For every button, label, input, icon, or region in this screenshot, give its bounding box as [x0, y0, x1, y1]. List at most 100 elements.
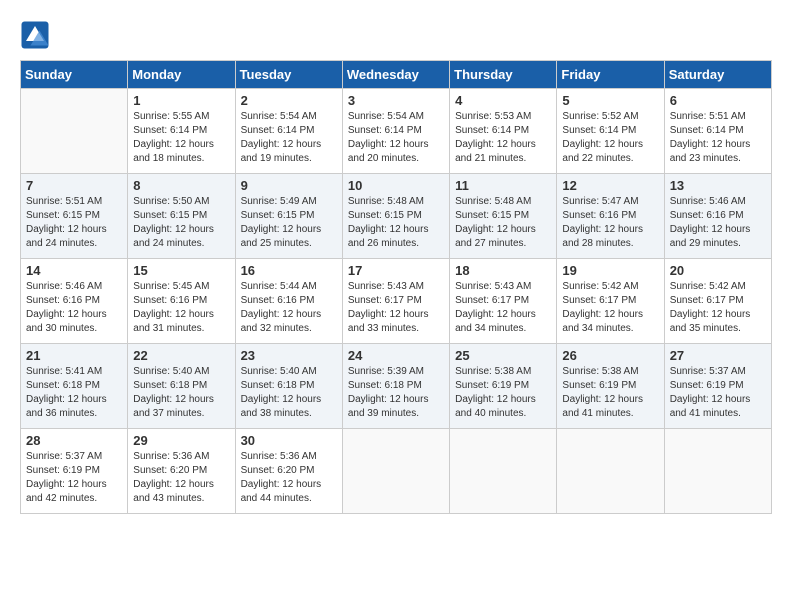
- week-row-2: 7 Sunrise: 5:51 AM Sunset: 6:15 PM Daylig…: [21, 174, 772, 259]
- day-cell: 3Sunrise: 5:54 AM Sunset: 6:14 PM Daylig…: [342, 89, 449, 174]
- day-cell: 8 Sunrise: 5:50 AM Sunset: 6:15 PM Daylig…: [128, 174, 235, 259]
- day-cell: 1Sunrise: 5:55 AM Sunset: 6:14 PM Daylig…: [128, 89, 235, 174]
- day-cell: [342, 429, 449, 514]
- day-info: Sunrise: 5:49 AM Sunset: 6:15 PM Dayligh…: [241, 195, 337, 251]
- day-cell: 9 Sunrise: 5:49 AM Sunset: 6:15 PM Daylig…: [235, 174, 342, 259]
- day-number: 22: [133, 348, 229, 363]
- day-info: Sunrise: 5:45 AM Sunset: 6:16 PM Dayligh…: [133, 280, 229, 336]
- day-cell: 22 Sunrise: 5:40 AM Sunset: 6:18 PM Dayli…: [128, 344, 235, 429]
- header-cell-tuesday: Tuesday: [235, 61, 342, 89]
- day-info: Sunrise: 5:48 AM Sunset: 6:15 PM Dayligh…: [348, 195, 444, 251]
- day-info: Sunrise: 5:52 AM Sunset: 6:14 PM Dayligh…: [562, 110, 658, 166]
- day-number: 20: [670, 263, 766, 278]
- day-cell: 6Sunrise: 5:51 AM Sunset: 6:14 PM Daylig…: [664, 89, 771, 174]
- calendar-header: SundayMondayTuesdayWednesdayThursdayFrid…: [21, 61, 772, 89]
- day-number: 9: [241, 178, 337, 193]
- day-number: 26: [562, 348, 658, 363]
- week-row-4: 21Sunrise: 5:41 AM Sunset: 6:18 PM Dayli…: [21, 344, 772, 429]
- day-number: 11: [455, 178, 551, 193]
- day-cell: 26Sunrise: 5:38 AM Sunset: 6:19 PM Dayli…: [557, 344, 664, 429]
- header-cell-wednesday: Wednesday: [342, 61, 449, 89]
- day-number: 6: [670, 93, 766, 108]
- day-cell: 20 Sunrise: 5:42 AM Sunset: 6:17 PM Dayli…: [664, 259, 771, 344]
- day-cell: 28 Sunrise: 5:37 AM Sunset: 6:19 PM Dayli…: [21, 429, 128, 514]
- day-number: 2: [241, 93, 337, 108]
- day-cell: [21, 89, 128, 174]
- day-cell: 19 Sunrise: 5:42 AM Sunset: 6:17 PM Dayli…: [557, 259, 664, 344]
- header-cell-monday: Monday: [128, 61, 235, 89]
- logo-icon: [20, 20, 50, 50]
- calendar-body: 1Sunrise: 5:55 AM Sunset: 6:14 PM Daylig…: [21, 89, 772, 514]
- day-cell: 7 Sunrise: 5:51 AM Sunset: 6:15 PM Daylig…: [21, 174, 128, 259]
- day-number: 23: [241, 348, 337, 363]
- day-cell: 14Sunrise: 5:46 AM Sunset: 6:16 PM Dayli…: [21, 259, 128, 344]
- day-cell: 4 Sunrise: 5:53 AM Sunset: 6:14 PM Daylig…: [450, 89, 557, 174]
- day-cell: 17 Sunrise: 5:43 AM Sunset: 6:17 PM Dayli…: [342, 259, 449, 344]
- day-number: 16: [241, 263, 337, 278]
- day-info: Sunrise: 5:53 AM Sunset: 6:14 PM Dayligh…: [455, 110, 551, 166]
- day-number: 25: [455, 348, 551, 363]
- day-info: Sunrise: 5:40 AM Sunset: 6:18 PM Dayligh…: [241, 365, 337, 421]
- day-number: 27: [670, 348, 766, 363]
- day-info: Sunrise: 5:46 AM Sunset: 6:16 PM Dayligh…: [26, 280, 122, 336]
- day-number: 4: [455, 93, 551, 108]
- header-row: SundayMondayTuesdayWednesdayThursdayFrid…: [21, 61, 772, 89]
- day-cell: 23 Sunrise: 5:40 AM Sunset: 6:18 PM Dayli…: [235, 344, 342, 429]
- day-info: Sunrise: 5:50 AM Sunset: 6:15 PM Dayligh…: [133, 195, 229, 251]
- day-number: 29: [133, 433, 229, 448]
- day-info: Sunrise: 5:54 AM Sunset: 6:14 PM Dayligh…: [241, 110, 337, 166]
- day-info: Sunrise: 5:41 AM Sunset: 6:18 PM Dayligh…: [26, 365, 122, 421]
- day-number: 12: [562, 178, 658, 193]
- day-number: 5: [562, 93, 658, 108]
- header-cell-sunday: Sunday: [21, 61, 128, 89]
- day-info: Sunrise: 5:44 AM Sunset: 6:16 PM Dayligh…: [241, 280, 337, 336]
- day-info: Sunrise: 5:36 AM Sunset: 6:20 PM Dayligh…: [133, 450, 229, 506]
- day-cell: 16 Sunrise: 5:44 AM Sunset: 6:16 PM Dayli…: [235, 259, 342, 344]
- day-number: 28: [26, 433, 122, 448]
- header-cell-thursday: Thursday: [450, 61, 557, 89]
- day-number: 17: [348, 263, 444, 278]
- day-info: Sunrise: 5:36 AM Sunset: 6:20 PM Dayligh…: [241, 450, 337, 506]
- calendar-table: SundayMondayTuesdayWednesdayThursdayFrid…: [20, 60, 772, 514]
- day-number: 30: [241, 433, 337, 448]
- day-cell: 2 Sunrise: 5:54 AM Sunset: 6:14 PM Daylig…: [235, 89, 342, 174]
- day-number: 15: [133, 263, 229, 278]
- day-cell: [450, 429, 557, 514]
- day-info: Sunrise: 5:47 AM Sunset: 6:16 PM Dayligh…: [562, 195, 658, 251]
- week-row-3: 14Sunrise: 5:46 AM Sunset: 6:16 PM Dayli…: [21, 259, 772, 344]
- day-info: Sunrise: 5:43 AM Sunset: 6:17 PM Dayligh…: [455, 280, 551, 336]
- day-info: Sunrise: 5:42 AM Sunset: 6:17 PM Dayligh…: [670, 280, 766, 336]
- day-info: Sunrise: 5:46 AM Sunset: 6:16 PM Dayligh…: [670, 195, 766, 251]
- day-cell: 27 Sunrise: 5:37 AM Sunset: 6:19 PM Dayli…: [664, 344, 771, 429]
- day-info: Sunrise: 5:37 AM Sunset: 6:19 PM Dayligh…: [26, 450, 122, 506]
- day-cell: 21Sunrise: 5:41 AM Sunset: 6:18 PM Dayli…: [21, 344, 128, 429]
- day-info: Sunrise: 5:40 AM Sunset: 6:18 PM Dayligh…: [133, 365, 229, 421]
- day-cell: 12 Sunrise: 5:47 AM Sunset: 6:16 PM Dayli…: [557, 174, 664, 259]
- day-number: 10: [348, 178, 444, 193]
- week-row-5: 28 Sunrise: 5:37 AM Sunset: 6:19 PM Dayli…: [21, 429, 772, 514]
- logo: [20, 20, 54, 50]
- day-info: Sunrise: 5:51 AM Sunset: 6:15 PM Dayligh…: [26, 195, 122, 251]
- day-cell: 5 Sunrise: 5:52 AM Sunset: 6:14 PM Daylig…: [557, 89, 664, 174]
- day-number: 24: [348, 348, 444, 363]
- day-cell: 10 Sunrise: 5:48 AM Sunset: 6:15 PM Dayli…: [342, 174, 449, 259]
- day-cell: 24Sunrise: 5:39 AM Sunset: 6:18 PM Dayli…: [342, 344, 449, 429]
- day-info: Sunrise: 5:37 AM Sunset: 6:19 PM Dayligh…: [670, 365, 766, 421]
- day-info: Sunrise: 5:43 AM Sunset: 6:17 PM Dayligh…: [348, 280, 444, 336]
- day-number: 19: [562, 263, 658, 278]
- day-info: Sunrise: 5:42 AM Sunset: 6:17 PM Dayligh…: [562, 280, 658, 336]
- day-cell: 15 Sunrise: 5:45 AM Sunset: 6:16 PM Dayli…: [128, 259, 235, 344]
- day-cell: 13 Sunrise: 5:46 AM Sunset: 6:16 PM Dayli…: [664, 174, 771, 259]
- day-cell: 30 Sunrise: 5:36 AM Sunset: 6:20 PM Dayli…: [235, 429, 342, 514]
- day-number: 8: [133, 178, 229, 193]
- day-cell: 25Sunrise: 5:38 AM Sunset: 6:19 PM Dayli…: [450, 344, 557, 429]
- page-header: [20, 20, 772, 50]
- day-info: Sunrise: 5:55 AM Sunset: 6:14 PM Dayligh…: [133, 110, 229, 166]
- day-number: 7: [26, 178, 122, 193]
- day-cell: [557, 429, 664, 514]
- day-number: 13: [670, 178, 766, 193]
- day-cell: 18Sunrise: 5:43 AM Sunset: 6:17 PM Dayli…: [450, 259, 557, 344]
- day-cell: 29 Sunrise: 5:36 AM Sunset: 6:20 PM Dayli…: [128, 429, 235, 514]
- header-cell-saturday: Saturday: [664, 61, 771, 89]
- day-number: 3: [348, 93, 444, 108]
